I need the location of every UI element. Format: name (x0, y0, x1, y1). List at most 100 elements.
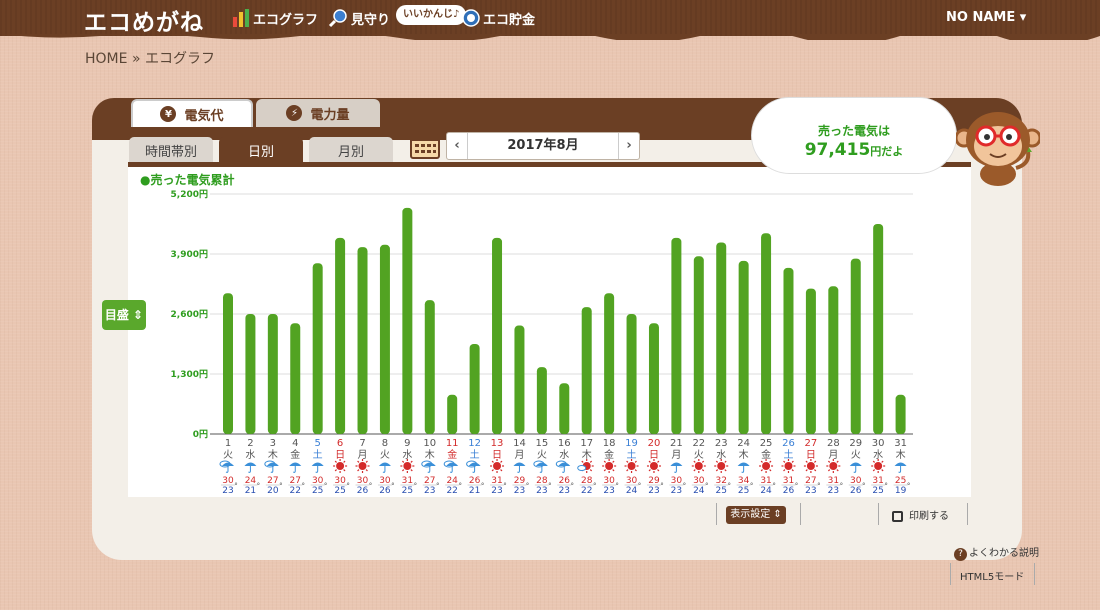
temp-high: 27 (290, 476, 301, 486)
degree-sign: ° (391, 482, 395, 490)
next-month-button[interactable]: › (618, 133, 639, 159)
temp-low: 25 (402, 486, 413, 496)
sun-icon (358, 462, 367, 470)
nav-eco-savings[interactable]: エコ貯金 (462, 5, 535, 31)
umbrella-handle (517, 466, 520, 473)
x-tick-weekday: 金 (447, 448, 457, 461)
degree-sign: ° (795, 482, 799, 490)
temp-high: 27 (424, 476, 435, 486)
temp-high: 30 (334, 476, 346, 486)
divider (1034, 563, 1035, 585)
calendar-icon[interactable] (410, 131, 440, 159)
temp-low: 24 (760, 486, 772, 496)
umbrella-icon (378, 462, 391, 466)
display-settings-button[interactable]: 表示設定 ⇕ (726, 506, 786, 524)
tab-daily[interactable]: 日別 (219, 137, 303, 163)
sun-ray (589, 460, 593, 463)
temp-high: 31 (783, 476, 794, 486)
sun-icon (829, 462, 838, 470)
sun-ray (783, 460, 786, 463)
temp-low: 26 (850, 486, 862, 496)
bar (604, 293, 615, 434)
sun-ray (343, 469, 346, 472)
temp-high: 31 (491, 476, 502, 486)
temp-high: 30 (312, 476, 324, 486)
tab-monthly[interactable]: 月別 (309, 137, 393, 163)
x-tick-weekday: 火 (851, 449, 861, 461)
user-menu[interactable]: NO NAME ▾ (946, 10, 1026, 25)
bar (469, 344, 480, 434)
degree-sign: ° (817, 482, 821, 490)
umbrella-handle (293, 466, 296, 473)
temp-low: 23 (491, 486, 502, 496)
bar (335, 237, 346, 434)
temp-high: 29 (514, 476, 526, 486)
tab-denryokuryo[interactable]: ⚡ 電力量 (256, 99, 380, 127)
x-tick-day: 28 (827, 438, 840, 449)
bar (223, 293, 233, 434)
x-tick-weekday: 火 (537, 449, 547, 461)
magnifier-icon (328, 9, 347, 28)
degree-sign: ° (772, 482, 776, 490)
sun-ray (701, 469, 705, 472)
temp-high: 31 (402, 476, 413, 486)
sun-icon (336, 462, 345, 470)
bar (626, 314, 637, 434)
temp-low: 23 (805, 486, 816, 496)
temp-high: 30 (357, 476, 369, 486)
temp-high: 30 (671, 476, 683, 486)
print-button[interactable]: 印刷する (892, 507, 949, 522)
prev-month-button[interactable]: ‹ (447, 133, 468, 159)
sun-ray (365, 460, 368, 463)
sun-ray (836, 460, 839, 463)
bar (761, 233, 772, 434)
help-link[interactable]: ? よくわかる説明 (954, 544, 1039, 561)
sun-ray (357, 460, 360, 463)
bar (559, 383, 570, 434)
divider (950, 563, 951, 585)
breadcrumb: HOME » エコグラフ (85, 48, 215, 68)
scale-selector-button[interactable]: 目盛 ⇕ (102, 300, 146, 330)
bar (424, 300, 435, 434)
sun-ray (724, 460, 727, 463)
app-logo[interactable]: エコめがね (84, 3, 204, 37)
sun-ray (410, 460, 413, 463)
x-tick-day: 27 (805, 438, 818, 449)
temp-low: 22 (446, 486, 457, 496)
degree-sign: ° (503, 482, 507, 490)
degree-sign: ° (436, 482, 440, 490)
temp-high: 24 (245, 476, 257, 486)
nav-ecograph[interactable]: エコグラフ (232, 5, 318, 31)
tab-hourly[interactable]: 時間帯別 (129, 137, 213, 163)
sun-icon (762, 462, 771, 470)
temp-low: 21 (469, 486, 480, 496)
x-tick-weekday: 土 (313, 448, 323, 461)
sun-icon (403, 462, 412, 470)
html5-mode-link[interactable]: HTML5モード (960, 568, 1024, 583)
temp-high: 30 (603, 476, 615, 486)
degree-sign: ° (750, 482, 754, 490)
temp-high: 30 (626, 476, 638, 486)
chart-container: ●売った電気累計 0円 1,300円 2,600円 3,900円 5,200円 1 火 30 23… (128, 167, 971, 497)
nav-label: 見守り (351, 12, 391, 28)
sun-icon (874, 462, 883, 470)
bar (693, 256, 704, 434)
breadcrumb-home[interactable]: HOME (85, 51, 127, 67)
nav-mimamori[interactable]: 見守り (328, 5, 390, 31)
chart-title: ●売った電気累計 (140, 172, 234, 187)
sun-ray (491, 460, 494, 463)
temp-low: 23 (671, 486, 682, 496)
sun-icon (627, 462, 636, 470)
sun-ray (500, 460, 503, 463)
sun-ray (715, 469, 719, 472)
bar (536, 367, 547, 434)
sold-value: 97,415 (804, 140, 871, 160)
sun-ray (500, 469, 503, 472)
tab-denkidai[interactable]: ¥ 電気代 (131, 99, 253, 127)
x-tick-day: 13 (491, 438, 504, 449)
bar-chart-icon (233, 9, 249, 27)
sun-ray (769, 469, 772, 472)
bar (245, 314, 256, 434)
temp-high: 30 (693, 476, 705, 486)
temp-low: 23 (828, 486, 839, 496)
